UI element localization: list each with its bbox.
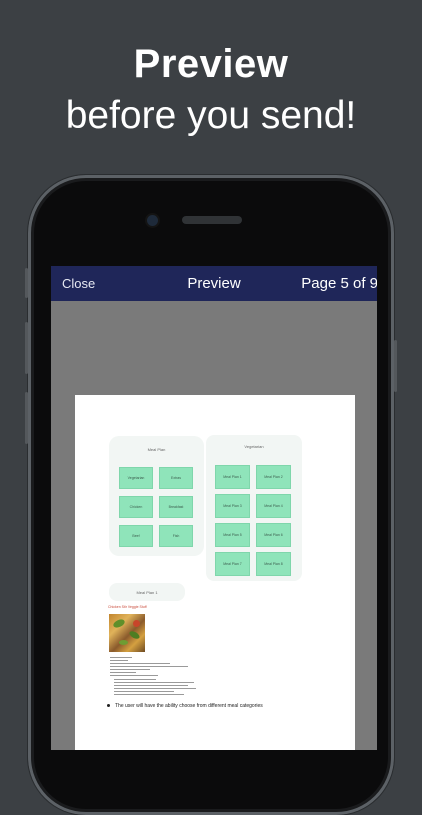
vegetarian-panel-title: Vegetarian [244,444,264,449]
headline-subtitle: before you send! [65,94,357,137]
recipe-text-line [110,669,150,671]
recipe-title: Chicken Stir Veggie Stuff [108,605,147,609]
phone-power-button [394,340,397,392]
front-camera-icon [147,215,158,226]
requirement-bullet: The user will have the ability choose fr… [115,703,263,709]
headline-title: Preview [133,42,289,86]
category-tile[interactable]: Chicken [119,496,153,518]
meal-plan-tile[interactable]: Meal Plan 7 [215,552,250,576]
recipe-text-line [110,666,188,668]
recipe-photo [109,614,145,652]
meal-plan-tile[interactable]: Meal Plan 1 [215,465,250,489]
meal-plan-tile[interactable]: Meal Plan 5 [215,523,250,547]
recipe-text-line [110,675,158,677]
phone-screen: Close Preview Page 5 of 9 Meal Plan Vege… [51,266,377,750]
category-tile[interactable]: Beef [119,525,153,547]
recipe-text-line [110,663,170,665]
recipe-text-line [114,694,184,696]
phone-side-button [25,268,28,298]
recipe-text-line [114,688,196,690]
page-indicator: Page 5 of 9 [301,275,377,292]
meal-plan-tile[interactable]: Meal Plan 2 [256,465,291,489]
meal-plan-tile[interactable]: Meal Plan 8 [256,552,291,576]
meal-plan-panel-title: Meal Plan [147,447,166,452]
recipe-text-line [110,657,132,659]
recipe-text-line [114,679,156,681]
category-tile[interactable]: Fish [159,525,193,547]
document-page[interactable]: Meal Plan Vegetarian Extras Chicken Brea… [75,395,355,750]
phone-volume-up-button [25,322,28,374]
meal-plan-1-title: Meal Plan 1 [136,590,158,595]
category-tile[interactable]: Breakfast [159,496,193,518]
category-tile[interactable]: Extras [159,467,193,489]
recipe-text-line [114,691,174,693]
recipe-text-line [110,672,136,674]
meal-plan-tile[interactable]: Meal Plan 6 [256,523,291,547]
navigation-bar: Close Preview Page 5 of 9 [51,266,377,301]
phone-volume-down-button [25,392,28,444]
speaker-grille [182,216,242,224]
meal-plan-tile[interactable]: Meal Plan 4 [256,494,291,518]
category-tile[interactable]: Vegetarian [119,467,153,489]
recipe-text-line [110,660,128,662]
bullet-icon [107,704,110,707]
meal-plan-tile[interactable]: Meal Plan 3 [215,494,250,518]
recipe-text-line [114,685,188,687]
recipe-text-line [114,682,194,684]
